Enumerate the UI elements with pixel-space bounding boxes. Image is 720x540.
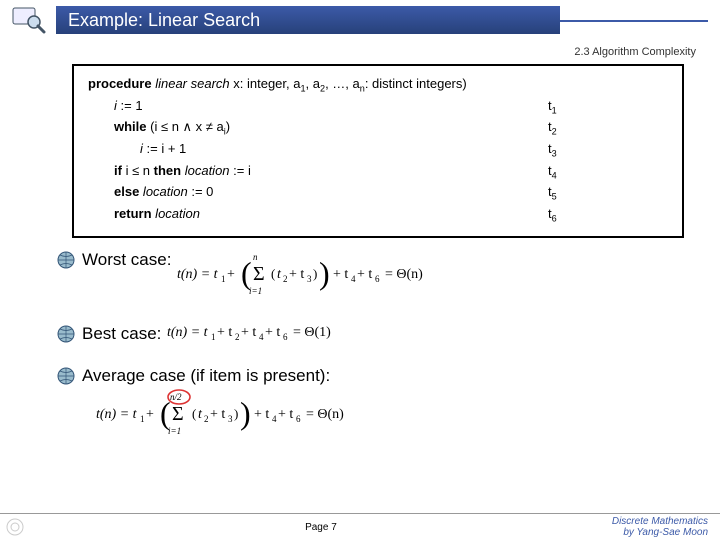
svg-text:n: n — [253, 252, 258, 262]
svg-text:t(n) = t: t(n) = t — [167, 325, 209, 340]
svg-text:Σ: Σ — [253, 263, 265, 285]
section-label: 2.3 Algorithm Complexity — [0, 40, 720, 60]
svg-text:i=1: i=1 — [168, 426, 181, 436]
footer: Page 7 Discrete Mathematics by Yang-Sae … — [0, 513, 720, 540]
svg-text:+ t: + t — [254, 407, 269, 422]
svg-text:3: 3 — [307, 274, 312, 284]
svg-text:4: 4 — [259, 332, 264, 342]
svg-text:+ t: + t — [241, 325, 256, 340]
globe-bullet-icon — [56, 324, 76, 344]
svg-text:6: 6 — [283, 332, 288, 342]
svg-text:1: 1 — [140, 414, 145, 424]
svg-text:+ t: + t — [357, 267, 372, 282]
svg-text:= Θ(1): = Θ(1) — [293, 325, 331, 340]
svg-text:2: 2 — [235, 332, 240, 342]
worst-case-formula: t(n) = t 1 + ( Σ n i=1 ( t 2 + t 3 ) ) +… — [177, 250, 437, 303]
bullet-label: Best case: — [82, 324, 161, 344]
svg-text:(: ( — [271, 266, 275, 281]
svg-text:2: 2 — [204, 414, 209, 424]
svg-text:+: + — [227, 267, 235, 282]
bullets: Worst case: t(n) = t 1 + ( Σ n i=1 ( t 2… — [56, 250, 720, 438]
title-bar: Example: Linear Search — [0, 0, 720, 40]
svg-text:+ t: + t — [217, 325, 232, 340]
svg-text:+: + — [146, 407, 154, 422]
svg-text:+ t: + t — [210, 407, 225, 422]
bullet-label: Worst case: — [82, 250, 171, 270]
title-banner: Example: Linear Search — [56, 6, 560, 34]
svg-text:4: 4 — [272, 414, 277, 424]
algo-header: procedure linear search x: integer, a1, … — [88, 74, 668, 96]
bullet-average: Average case (if item is present): — [56, 366, 720, 386]
globe-bullet-icon — [56, 250, 76, 270]
footer-logo — [0, 514, 30, 540]
algo-line: if i ≤ n then location := i t4 — [88, 161, 668, 183]
svg-text:+ t: + t — [278, 407, 293, 422]
algo-line: while (i ≤ n ∧ x ≠ ai) t2 — [88, 117, 668, 139]
page-title: Example: Linear Search — [68, 10, 260, 31]
svg-text:Σ: Σ — [172, 403, 184, 425]
svg-text:): ) — [313, 266, 317, 281]
svg-text:= Θ(n): = Θ(n) — [306, 407, 344, 422]
svg-text:t: t — [277, 267, 282, 282]
svg-text:3: 3 — [228, 414, 233, 424]
bullet-best: Best case: t(n) = t 1 + t 2 + t 4 + t 6 … — [56, 321, 720, 348]
svg-text:1: 1 — [211, 332, 216, 342]
svg-text:1: 1 — [221, 274, 226, 284]
best-case-formula: t(n) = t 1 + t 2 + t 4 + t 6 = Θ(1) — [167, 321, 387, 348]
svg-text:+ t: + t — [265, 325, 280, 340]
algo-line: i := 1 t1 — [88, 96, 668, 118]
svg-text:t(n) = t: t(n) = t — [177, 267, 219, 282]
svg-text:): ) — [234, 406, 238, 421]
page-number: Page 7 — [30, 522, 612, 533]
algorithm-box: procedure linear search x: integer, a1, … — [72, 64, 684, 238]
algo-line: return location t6 — [88, 204, 668, 226]
bullet-worst: Worst case: t(n) = t 1 + ( Σ n i=1 ( t 2… — [56, 250, 720, 303]
svg-text:n/2: n/2 — [170, 392, 182, 402]
svg-text:(: ( — [192, 406, 196, 421]
bullet-label: Average case (if item is present): — [82, 366, 330, 386]
svg-text:t: t — [198, 407, 203, 422]
average-case-formula: t(n) = t 1 + ( Σ n/2 i=1 ( t 2 + t 3 ) )… — [96, 388, 720, 438]
svg-text:t(n) = t: t(n) = t — [96, 407, 138, 422]
svg-text:i=1: i=1 — [249, 286, 262, 296]
svg-text:+ t: + t — [333, 267, 348, 282]
svg-text:6: 6 — [375, 274, 380, 284]
magnifier-icon — [0, 0, 56, 40]
svg-text:): ) — [319, 255, 330, 291]
algo-line: i := i + 1 t3 — [88, 139, 668, 161]
svg-text:4: 4 — [351, 274, 356, 284]
title-ornament — [560, 0, 720, 40]
footer-credit: Discrete Mathematics by Yang-Sae Moon — [612, 516, 720, 538]
svg-text:6: 6 — [296, 414, 301, 424]
svg-text:2: 2 — [283, 274, 288, 284]
algo-line: else location := 0 t5 — [88, 182, 668, 204]
svg-text:+ t: + t — [289, 267, 304, 282]
svg-text:): ) — [240, 395, 251, 431]
globe-bullet-icon — [56, 366, 76, 386]
svg-text:= Θ(n): = Θ(n) — [385, 267, 423, 282]
